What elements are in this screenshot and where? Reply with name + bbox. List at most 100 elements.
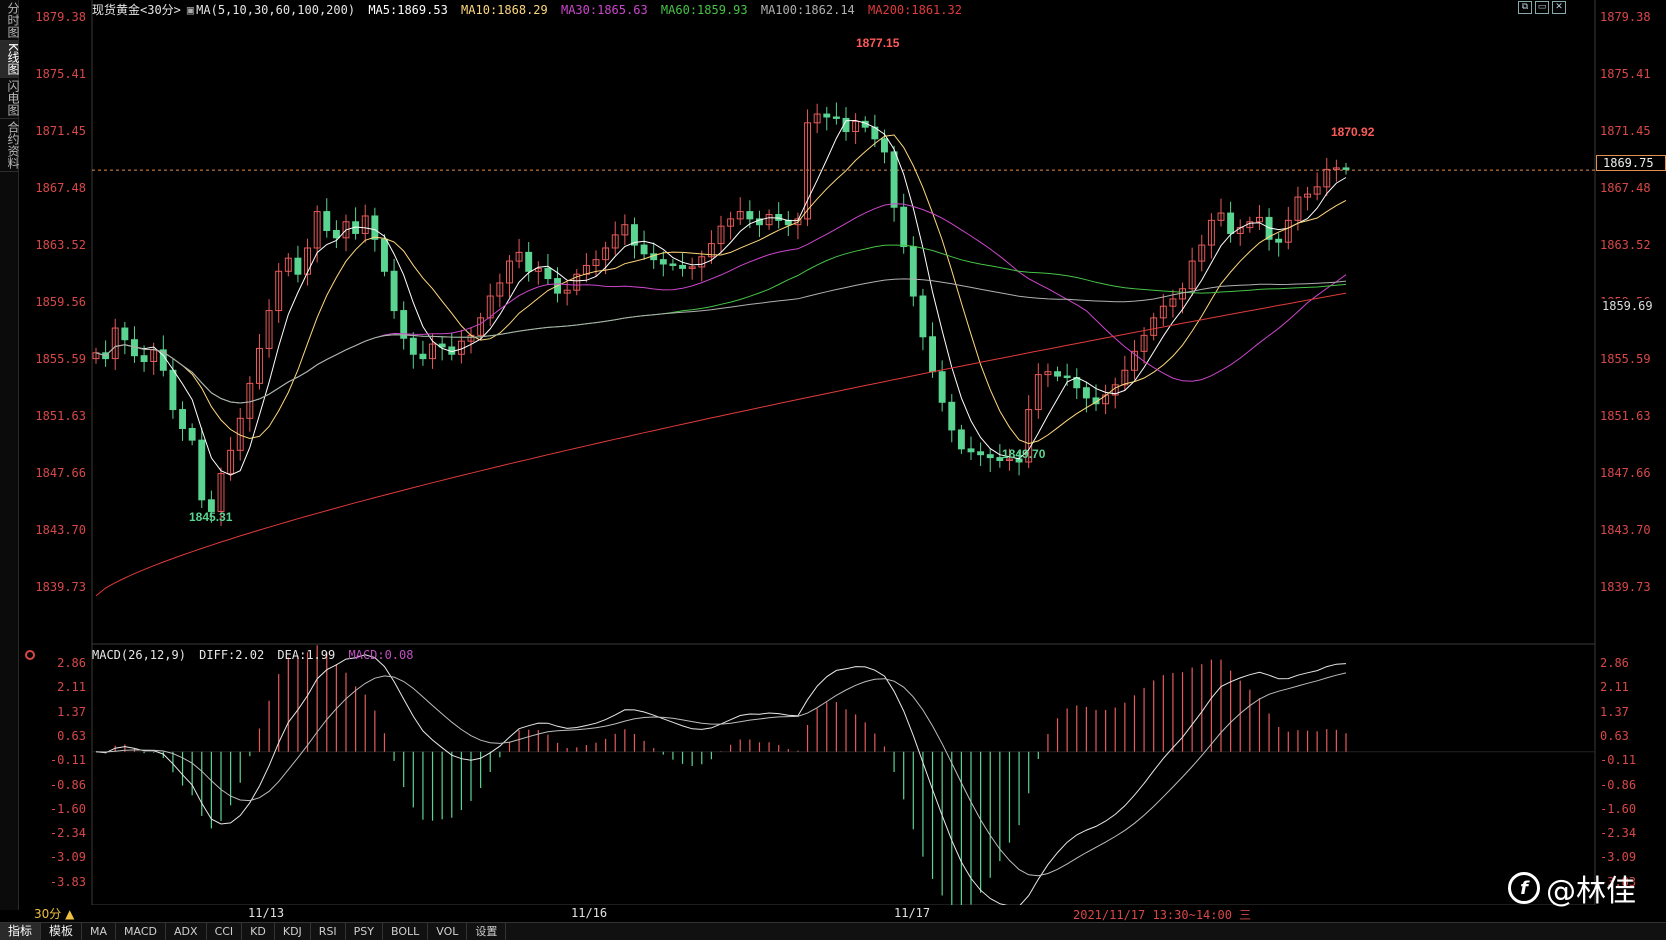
macd-dea: DEA:1.99 xyxy=(277,648,336,662)
candle-body xyxy=(900,206,908,248)
date-label: 11/16 xyxy=(571,906,608,920)
price-tick-label: 1847.66 xyxy=(1600,466,1651,480)
candle-body xyxy=(938,371,946,403)
candle-body xyxy=(294,257,302,275)
candle-body xyxy=(948,401,956,431)
ma-price-tag: 1859.69 xyxy=(1598,299,1666,315)
macd-tick-label: -3.09 xyxy=(1600,850,1637,865)
date-label: 11/13 xyxy=(248,906,285,920)
tab-adx[interactable]: ADX xyxy=(166,923,207,940)
macd-tick-label: 1.37 xyxy=(57,704,86,719)
macd-diff: DIFF:2.02 xyxy=(199,648,265,662)
crosshair-time: 2021/11/17 13:30~14:00 三 xyxy=(1073,908,1252,922)
watermark-text: @林佳 xyxy=(1546,874,1636,909)
macd-diff-line xyxy=(95,654,1347,905)
period-selector[interactable]: 30分 ▲ xyxy=(24,906,80,922)
tab-indicators[interactable]: 指标 xyxy=(0,923,42,940)
price-tick-label: 1867.48 xyxy=(1600,181,1651,195)
tab-ma[interactable]: MA xyxy=(82,923,117,940)
price-tick-label: 1871.45 xyxy=(1600,124,1651,138)
candle-body xyxy=(169,369,177,411)
ma60-line xyxy=(95,244,1347,404)
ma10-line xyxy=(95,134,1347,445)
price-tick-label: 1839.73 xyxy=(35,580,86,594)
price-tick-label: 1839.73 xyxy=(1600,580,1651,594)
tab-kdj[interactable]: KDJ xyxy=(275,923,311,940)
macd-tick-label: -0.11 xyxy=(49,753,86,768)
macd-legend: MACD(26,12,9) DIFF:2.02 DEA:1.99 MACD:0.… xyxy=(92,648,419,662)
window-controls: ⧉ ▭ ✕ xyxy=(1518,1,1566,14)
candle-body xyxy=(332,230,340,239)
candle-body xyxy=(640,244,648,255)
candle-body xyxy=(188,427,196,441)
candle-body xyxy=(419,353,427,360)
price-tick-label: 1851.63 xyxy=(1600,409,1651,423)
candle-body xyxy=(967,448,975,453)
candle-body xyxy=(1063,375,1071,379)
tab-cci[interactable]: CCI xyxy=(207,923,243,940)
restore-icon[interactable]: ⧉ xyxy=(1518,1,1532,14)
price-tick-label: 1875.41 xyxy=(1600,67,1651,81)
candle-body xyxy=(1082,387,1090,399)
indicator-tab-bar: 指标 模板 MA MACD ADX CCI KD KDJ RSI PSY BOL… xyxy=(0,922,1666,940)
candle-body xyxy=(198,439,206,501)
ma60-value: MA60:1859.93 xyxy=(660,3,748,17)
price-tick-label: 1843.70 xyxy=(1600,523,1651,537)
close-icon[interactable]: ✕ xyxy=(1552,1,1566,14)
macd-tick-label: -3.09 xyxy=(49,850,86,865)
low-label-1: 1845.31 xyxy=(189,510,233,524)
high-label: 1877.15 xyxy=(856,36,900,50)
price-tick-label: 1855.59 xyxy=(1600,352,1651,366)
price-tick-label: 1875.41 xyxy=(35,67,86,81)
price-tick-label: 1871.45 xyxy=(35,124,86,138)
macd-tick-label: -2.34 xyxy=(49,826,86,841)
price-tick-label: 1847.66 xyxy=(35,466,86,480)
candle-body xyxy=(371,215,379,240)
candle-body xyxy=(1342,167,1350,170)
candle-body xyxy=(909,246,917,297)
price-tick-label: 1879.38 xyxy=(1600,10,1651,24)
price-tick-label: 1863.52 xyxy=(35,238,86,252)
tab-boll[interactable]: BOLL xyxy=(383,923,429,940)
macd-tick-label: -2.34 xyxy=(1600,826,1637,841)
candle-body xyxy=(323,211,331,232)
candle-body xyxy=(1054,371,1061,377)
macd-dea-line xyxy=(95,672,1347,877)
candle-body xyxy=(121,327,129,341)
maximize-icon[interactable]: ▭ xyxy=(1535,1,1549,14)
ma-settings-icon[interactable]: ▣ xyxy=(187,3,194,17)
tab-vol[interactable]: VOL xyxy=(428,923,468,940)
chart-window: 分时图 K线图 闪电图 合约资料 现货黄金<30分> ▣ MA(5,10,30,60… xyxy=(0,0,1666,940)
ma-params: MA(5,10,30,60,100,200) xyxy=(196,3,356,17)
current-price-tag: 1869.75 xyxy=(1596,155,1666,171)
recent-high-label: 1870.92 xyxy=(1331,125,1375,139)
candlestick-chart[interactable] xyxy=(0,0,1666,905)
symbol-label[interactable]: 现货黄金<30分> xyxy=(92,3,181,17)
macd-tick-label: -1.60 xyxy=(49,801,86,816)
tab-settings[interactable]: 设置 xyxy=(467,923,507,940)
ma-legend: 现货黄金<30分> ▣ MA(5,10,30,60,100,200) MA5:186… xyxy=(92,1,968,18)
tab-rsi[interactable]: RSI xyxy=(311,923,346,940)
watermark: f @林佳 xyxy=(1508,866,1636,910)
candle-body xyxy=(881,138,888,153)
logo-icon: f xyxy=(1508,872,1540,904)
macd-tick-label: 0.63 xyxy=(57,728,86,743)
macd-tick-label: 0.63 xyxy=(1600,728,1629,743)
tab-macd[interactable]: MACD xyxy=(116,923,167,940)
price-tick-label: 1855.59 xyxy=(35,352,86,366)
tab-kd[interactable]: KD xyxy=(242,923,275,940)
candle-body xyxy=(1227,212,1235,234)
candle-body xyxy=(525,251,533,272)
macd-tick-label: -0.86 xyxy=(1600,777,1637,792)
price-tick-label: 1867.48 xyxy=(35,181,86,195)
candle-body xyxy=(823,113,831,118)
candle-body xyxy=(409,337,417,355)
price-tick-label: 1859.56 xyxy=(35,295,86,309)
tab-psy[interactable]: PSY xyxy=(346,923,384,940)
candle-body xyxy=(1073,377,1081,389)
candle-body xyxy=(890,151,898,208)
tab-templates[interactable]: 模板 xyxy=(41,923,83,940)
candle-body xyxy=(390,270,398,312)
indicator-settings-icon[interactable] xyxy=(25,650,35,660)
macd-tick-label: -3.83 xyxy=(49,874,86,889)
